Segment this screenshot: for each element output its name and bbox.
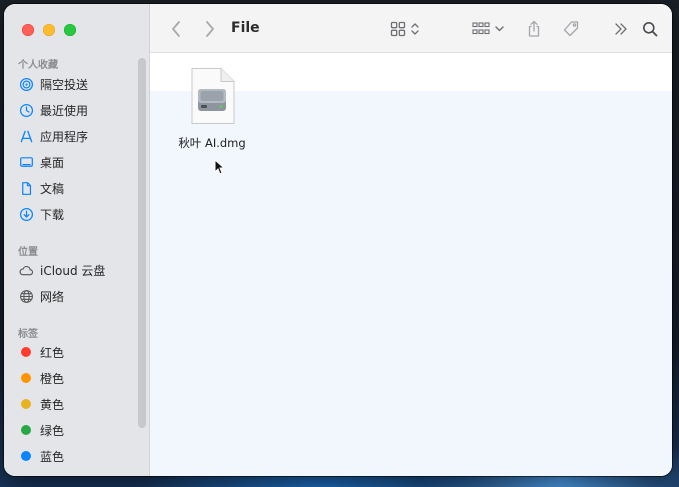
chevron-left-icon <box>172 21 180 37</box>
desktop-icon <box>18 154 34 170</box>
sidebar-item-label: 黄色 <box>40 397 65 412</box>
disk-image-icon <box>191 68 235 124</box>
document-icon <box>18 180 34 196</box>
sidebar-item-tag-blue[interactable]: 蓝色 <box>18 445 138 467</box>
sidebar-item-label: 隔空投送 <box>40 77 89 92</box>
sidebar-item-label: 蓝色 <box>40 449 65 464</box>
network-icon <box>18 288 34 304</box>
icon-grid-view-icon <box>390 21 406 37</box>
sidebar-item-downloads[interactable]: 下载 <box>18 203 138 225</box>
chevron-down-icon <box>495 26 504 32</box>
zoom-button[interactable] <box>64 24 76 36</box>
sidebar-item-label: 红色 <box>40 345 65 360</box>
sidebar-item-label: 绿色 <box>40 423 65 438</box>
toolbar: File <box>150 4 672 53</box>
sidebar-item-label: 桌面 <box>40 155 65 170</box>
sidebar-item-desktop[interactable]: 桌面 <box>18 151 138 173</box>
sidebar-item-network[interactable]: 网络 <box>18 285 138 307</box>
sidebar-item-airdrop[interactable]: 隔空投送 <box>18 73 138 95</box>
search-button[interactable] <box>642 18 658 40</box>
sidebar-item-tag-red[interactable]: 红色 <box>18 341 138 363</box>
airdrop-icon <box>18 76 34 92</box>
double-chevron-right-icon <box>615 23 627 35</box>
favorites-heading: 个人收藏 <box>18 60 58 71</box>
more-toolbar-button[interactable] <box>614 18 628 40</box>
up-down-chevron-icon <box>411 23 419 35</box>
sidebar-item-label: 应用程序 <box>40 129 89 144</box>
file-browser-area[interactable]: 秋叶 AI.dmg <box>150 53 672 476</box>
minimize-button[interactable] <box>43 24 55 36</box>
tag-button[interactable] <box>562 18 580 40</box>
sidebar-item-label: 橙色 <box>40 371 65 386</box>
window-title: File <box>231 20 260 36</box>
chevron-right-icon <box>206 21 214 37</box>
sidebar-item-tag-orange[interactable]: 橙色 <box>18 367 138 389</box>
mouse-cursor-icon <box>214 158 226 179</box>
group-grid-icon <box>472 22 490 35</box>
sidebar-item-tag-green[interactable]: 绿色 <box>18 419 138 441</box>
tag-green-dot <box>21 425 31 435</box>
sidebar-item-label: 文稿 <box>40 181 65 196</box>
group-button[interactable] <box>472 18 504 40</box>
tag-yellow-dot <box>21 399 31 409</box>
sidebar-item-label: 下载 <box>40 207 65 222</box>
sidebar-item-label: 网络 <box>40 289 65 304</box>
share-button[interactable] <box>526 18 542 40</box>
sidebar-scrollbar[interactable] <box>138 58 146 428</box>
applications-icon <box>18 128 34 144</box>
download-icon <box>18 206 34 222</box>
tags-heading: 标签 <box>18 329 38 340</box>
search-icon <box>643 22 658 37</box>
view-mode-button[interactable] <box>390 18 419 40</box>
sidebar-item-label: iCloud 云盘 <box>40 263 106 278</box>
sidebar-item-icloud[interactable]: iCloud 云盘 <box>18 259 138 281</box>
sidebar-item-applications[interactable]: 应用程序 <box>18 125 138 147</box>
file-item[interactable]: 秋叶 AI.dmg <box>174 67 250 151</box>
sidebar: 个人收藏 隔空投送 最近使用 应用程序 桌面 文稿 下载 位置 iCloud 云… <box>4 4 150 476</box>
icloud-icon <box>18 262 34 278</box>
tag-blue-dot <box>21 451 31 461</box>
tag-icon <box>563 21 579 37</box>
tag-red-dot <box>21 347 31 357</box>
locations-heading: 位置 <box>18 247 38 258</box>
tag-orange-dot <box>21 373 31 383</box>
forward-button[interactable] <box>204 18 216 40</box>
window-controls <box>22 24 76 36</box>
share-icon <box>528 20 540 37</box>
sidebar-item-label: 最近使用 <box>40 103 89 118</box>
sidebar-item-recents[interactable]: 最近使用 <box>18 99 138 121</box>
close-button[interactable] <box>22 24 34 36</box>
sidebar-item-documents[interactable]: 文稿 <box>18 177 138 199</box>
back-button[interactable] <box>170 18 182 40</box>
clock-icon <box>18 102 34 118</box>
file-name: 秋叶 AI.dmg <box>178 136 246 150</box>
finder-window: 个人收藏 隔空投送 最近使用 应用程序 桌面 文稿 下载 位置 iCloud 云… <box>4 4 672 476</box>
sidebar-item-tag-yellow[interactable]: 黄色 <box>18 393 138 415</box>
